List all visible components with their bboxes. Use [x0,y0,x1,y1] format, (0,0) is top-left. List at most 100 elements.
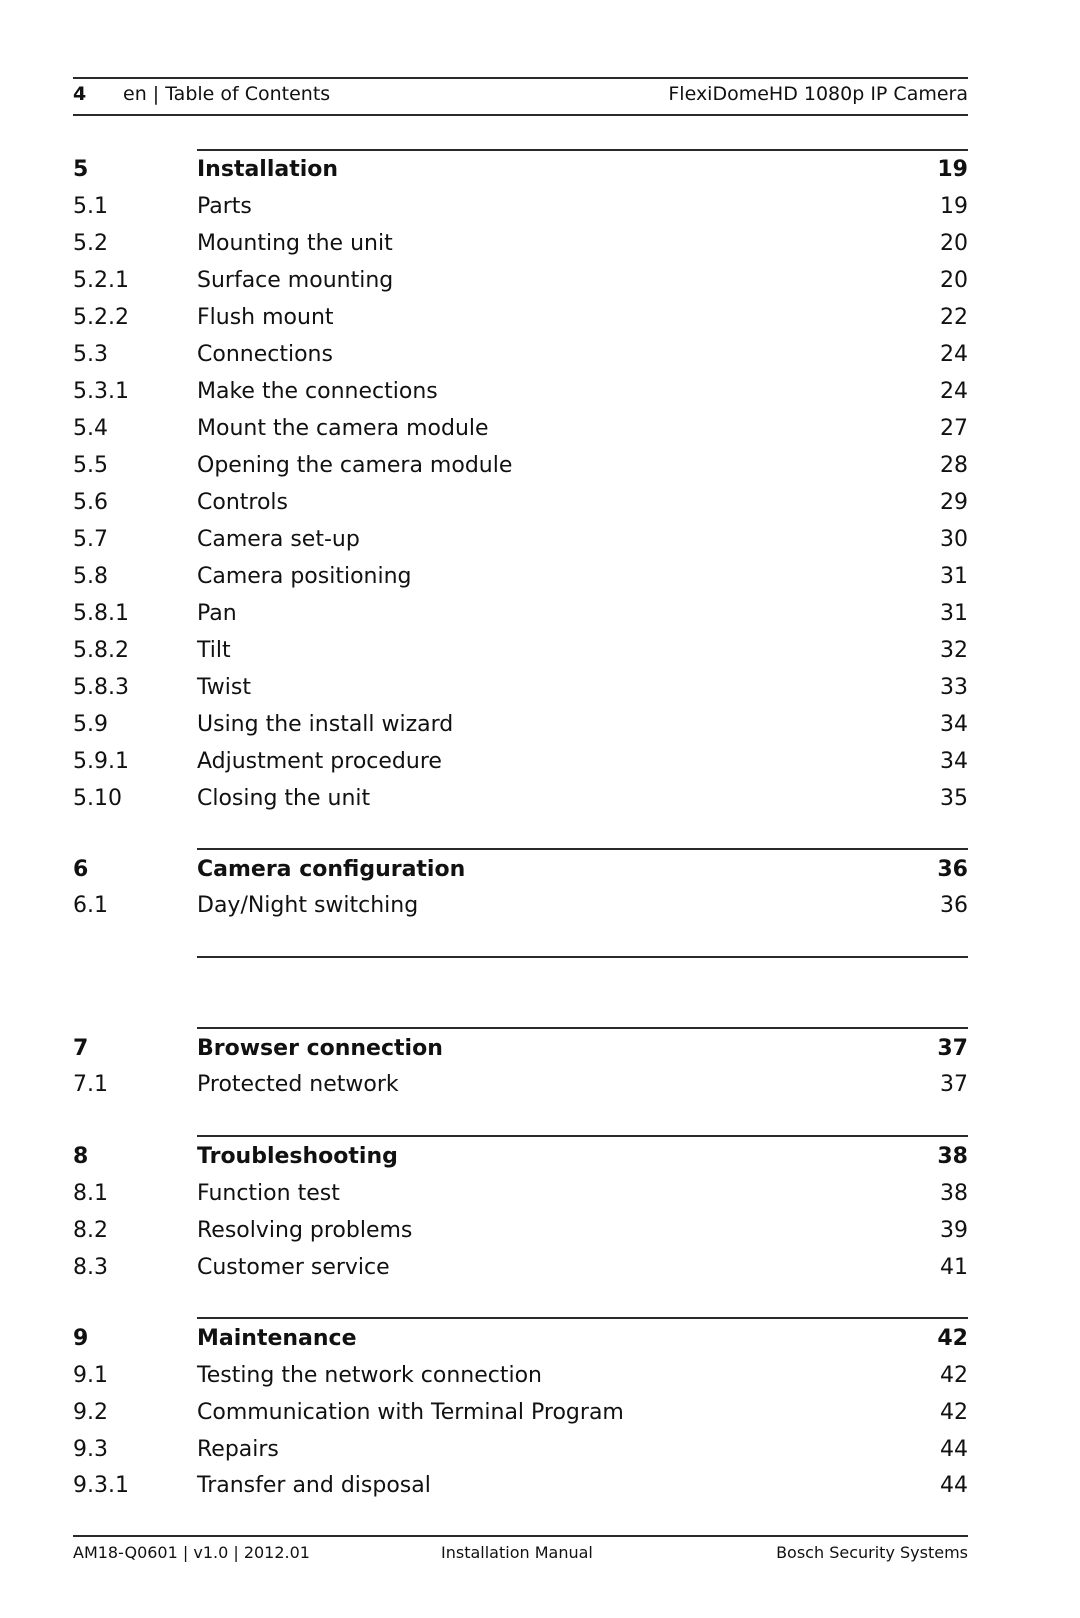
toc-page-number[interactable]: 38 [940,1176,968,1212]
chapter-rule-9 [197,1317,968,1319]
toc-entry-row[interactable]: 5.5 Opening the camera module 28 [73,448,968,484]
toc-page-number[interactable]: 34 [940,744,968,780]
toc-section-title[interactable]: Resolving problems [197,1213,412,1249]
toc-entry-row[interactable]: 7.1 Protected network 37 [73,1067,968,1103]
toc-entry-row[interactable]: 5.8.1 Pan 31 [73,596,968,632]
toc-section-title[interactable]: Twist [197,670,251,706]
toc-entry-row[interactable]: 8.3 Customer service 41 [73,1250,968,1286]
toc-entry-row[interactable]: 5.3 Connections 24 [73,337,968,373]
toc-chapter-row[interactable]: 9 Maintenance 42 [73,1321,968,1357]
toc-page-number[interactable]: 34 [940,707,968,743]
toc-page-number[interactable]: 31 [940,559,968,595]
toc-entry-row[interactable]: 5.8.3 Twist 33 [73,670,968,706]
toc-entry-row[interactable]: 5.4 Mount the camera module 27 [73,411,968,447]
toc-entry-row[interactable]: 9.3 Repairs 44 [73,1432,968,1468]
toc-page-number[interactable]: 44 [940,1432,968,1468]
toc-section-title[interactable]: Installation [197,152,338,188]
toc-page-number[interactable]: 31 [940,596,968,632]
toc-page-number[interactable]: 24 [940,374,968,410]
toc-section-title[interactable]: Surface mounting [197,263,393,299]
toc-entry-row[interactable]: 5.7 Camera set-up 30 [73,522,968,558]
toc-page-number[interactable]: 44 [940,1468,968,1504]
toc-section-title[interactable]: Flush mount [197,300,334,336]
toc-entry-row[interactable]: 8.2 Resolving problems 39 [73,1213,968,1249]
toc-page-number[interactable]: 20 [940,263,968,299]
toc-section-title[interactable]: Tilt [197,633,231,669]
toc-section-title[interactable]: Connections [197,337,333,373]
toc-section-title[interactable]: Mounting the unit [197,226,393,262]
toc-section-title[interactable]: Camera set-up [197,522,360,558]
toc-chapter-row[interactable]: 6 Camera configuration 36 [73,852,968,888]
toc-section-title[interactable]: Communication with Terminal Program [197,1395,624,1431]
toc-page-number[interactable]: 37 [937,1031,968,1067]
toc-entry-row[interactable]: 5.8 Camera positioning 31 [73,559,968,595]
toc-page-number[interactable]: 28 [940,448,968,484]
toc-entry-row[interactable]: 5.9.1 Adjustment procedure 34 [73,744,968,780]
toc-chapter-row[interactable]: 8 Troubleshooting 38 [73,1139,968,1175]
toc-page-number[interactable]: 19 [937,152,968,188]
toc-section-title[interactable]: Maintenance [197,1321,357,1357]
toc-page-number[interactable]: 30 [940,522,968,558]
chapter-rule-8 [197,1135,968,1137]
toc-entry-row[interactable]: 5.2 Mounting the unit 20 [73,226,968,262]
toc-entry-row[interactable]: 5.2.2 Flush mount 22 [73,300,968,336]
toc-section-title[interactable]: Browser connection [197,1031,443,1067]
toc-section-title[interactable]: Make the connections [197,374,438,410]
toc-section-title[interactable]: Day/Night switching [197,888,418,924]
toc-section-title[interactable]: Transfer and disposal [197,1468,431,1504]
toc-entry-row[interactable]: 9.1 Testing the network connection 42 [73,1358,968,1394]
toc-section-title[interactable]: Adjustment procedure [197,744,442,780]
toc-page-number[interactable]: 42 [940,1395,968,1431]
toc-section-title[interactable]: Controls [197,485,288,521]
toc-section-title[interactable]: Opening the camera module [197,448,512,484]
toc-entry-row[interactable]: 5.3.1 Make the connections 24 [73,374,968,410]
toc-page-number[interactable]: 42 [940,1358,968,1394]
toc-section-number: 8.2 [73,1218,108,1243]
toc-entry-row[interactable]: 5.6 Controls 29 [73,485,968,521]
toc-page-number[interactable]: 27 [940,411,968,447]
toc-chapter-row[interactable]: 5 Installation 19 [73,152,968,188]
toc-page-number[interactable]: 32 [940,633,968,669]
toc-section-title[interactable]: Camera positioning [197,559,412,595]
toc-section-title[interactable]: Using the install wizard [197,707,453,743]
toc-section-title[interactable]: Closing the unit [197,781,370,817]
toc-entry-row[interactable]: 8.1 Function test 38 [73,1176,968,1212]
toc-entry-row[interactable]: 9.3.1 Transfer and disposal 44 [73,1468,968,1504]
toc-entry-row[interactable]: 6.1 Day/Night switching 36 [73,888,968,924]
toc-section-title[interactable]: Mount the camera module [197,411,489,447]
toc-page-number[interactable]: 19 [940,189,968,225]
toc-section-number: 9.2 [73,1400,108,1425]
toc-page-number[interactable]: 24 [940,337,968,373]
toc-entry-row[interactable]: 5.2.1 Surface mounting 20 [73,263,968,299]
toc-entry-row[interactable]: 5.1 Parts 19 [73,189,968,225]
toc-page-number[interactable]: 20 [940,226,968,262]
toc-section-title[interactable]: Testing the network connection [197,1358,542,1394]
toc-entry-row[interactable]: 9.2 Communication with Terminal Program 42 [73,1395,968,1431]
toc-section-title[interactable]: Repairs [197,1432,279,1468]
toc-page-number[interactable]: 39 [940,1213,968,1249]
toc-page-number[interactable]: 36 [940,888,968,924]
toc-chapter-row[interactable]: 7 Browser connection 37 [73,1031,968,1067]
toc-page-number[interactable]: 22 [940,300,968,336]
toc-section-title[interactable]: Function test [197,1176,340,1212]
toc-entry-row[interactable]: 5.9 Using the install wizard 34 [73,707,968,743]
toc-page-number[interactable]: 38 [937,1139,968,1175]
toc-section-title[interactable]: Troubleshooting [197,1139,398,1175]
toc-page-number[interactable]: 36 [937,852,968,888]
toc-section-title[interactable]: Customer service [197,1250,390,1286]
chapter-rule-6 [197,848,968,850]
toc-section-number: 7 [73,1036,89,1061]
toc-page-number[interactable]: 41 [940,1250,968,1286]
toc-section-title[interactable]: Pan [197,596,237,632]
toc-section-number: 5.8.2 [73,638,129,663]
toc-page-number[interactable]: 37 [940,1067,968,1103]
toc-entry-row[interactable]: 5.10 Closing the unit 35 [73,781,968,817]
toc-page-number[interactable]: 42 [937,1321,968,1357]
toc-section-title[interactable]: Protected network [197,1067,399,1103]
toc-entry-row[interactable]: 5.8.2 Tilt 32 [73,633,968,669]
toc-section-title[interactable]: Parts [197,189,252,225]
toc-page-number[interactable]: 33 [940,670,968,706]
toc-section-title[interactable]: Camera configuration [197,852,465,888]
toc-page-number[interactable]: 29 [940,485,968,521]
toc-page-number[interactable]: 35 [940,781,968,817]
